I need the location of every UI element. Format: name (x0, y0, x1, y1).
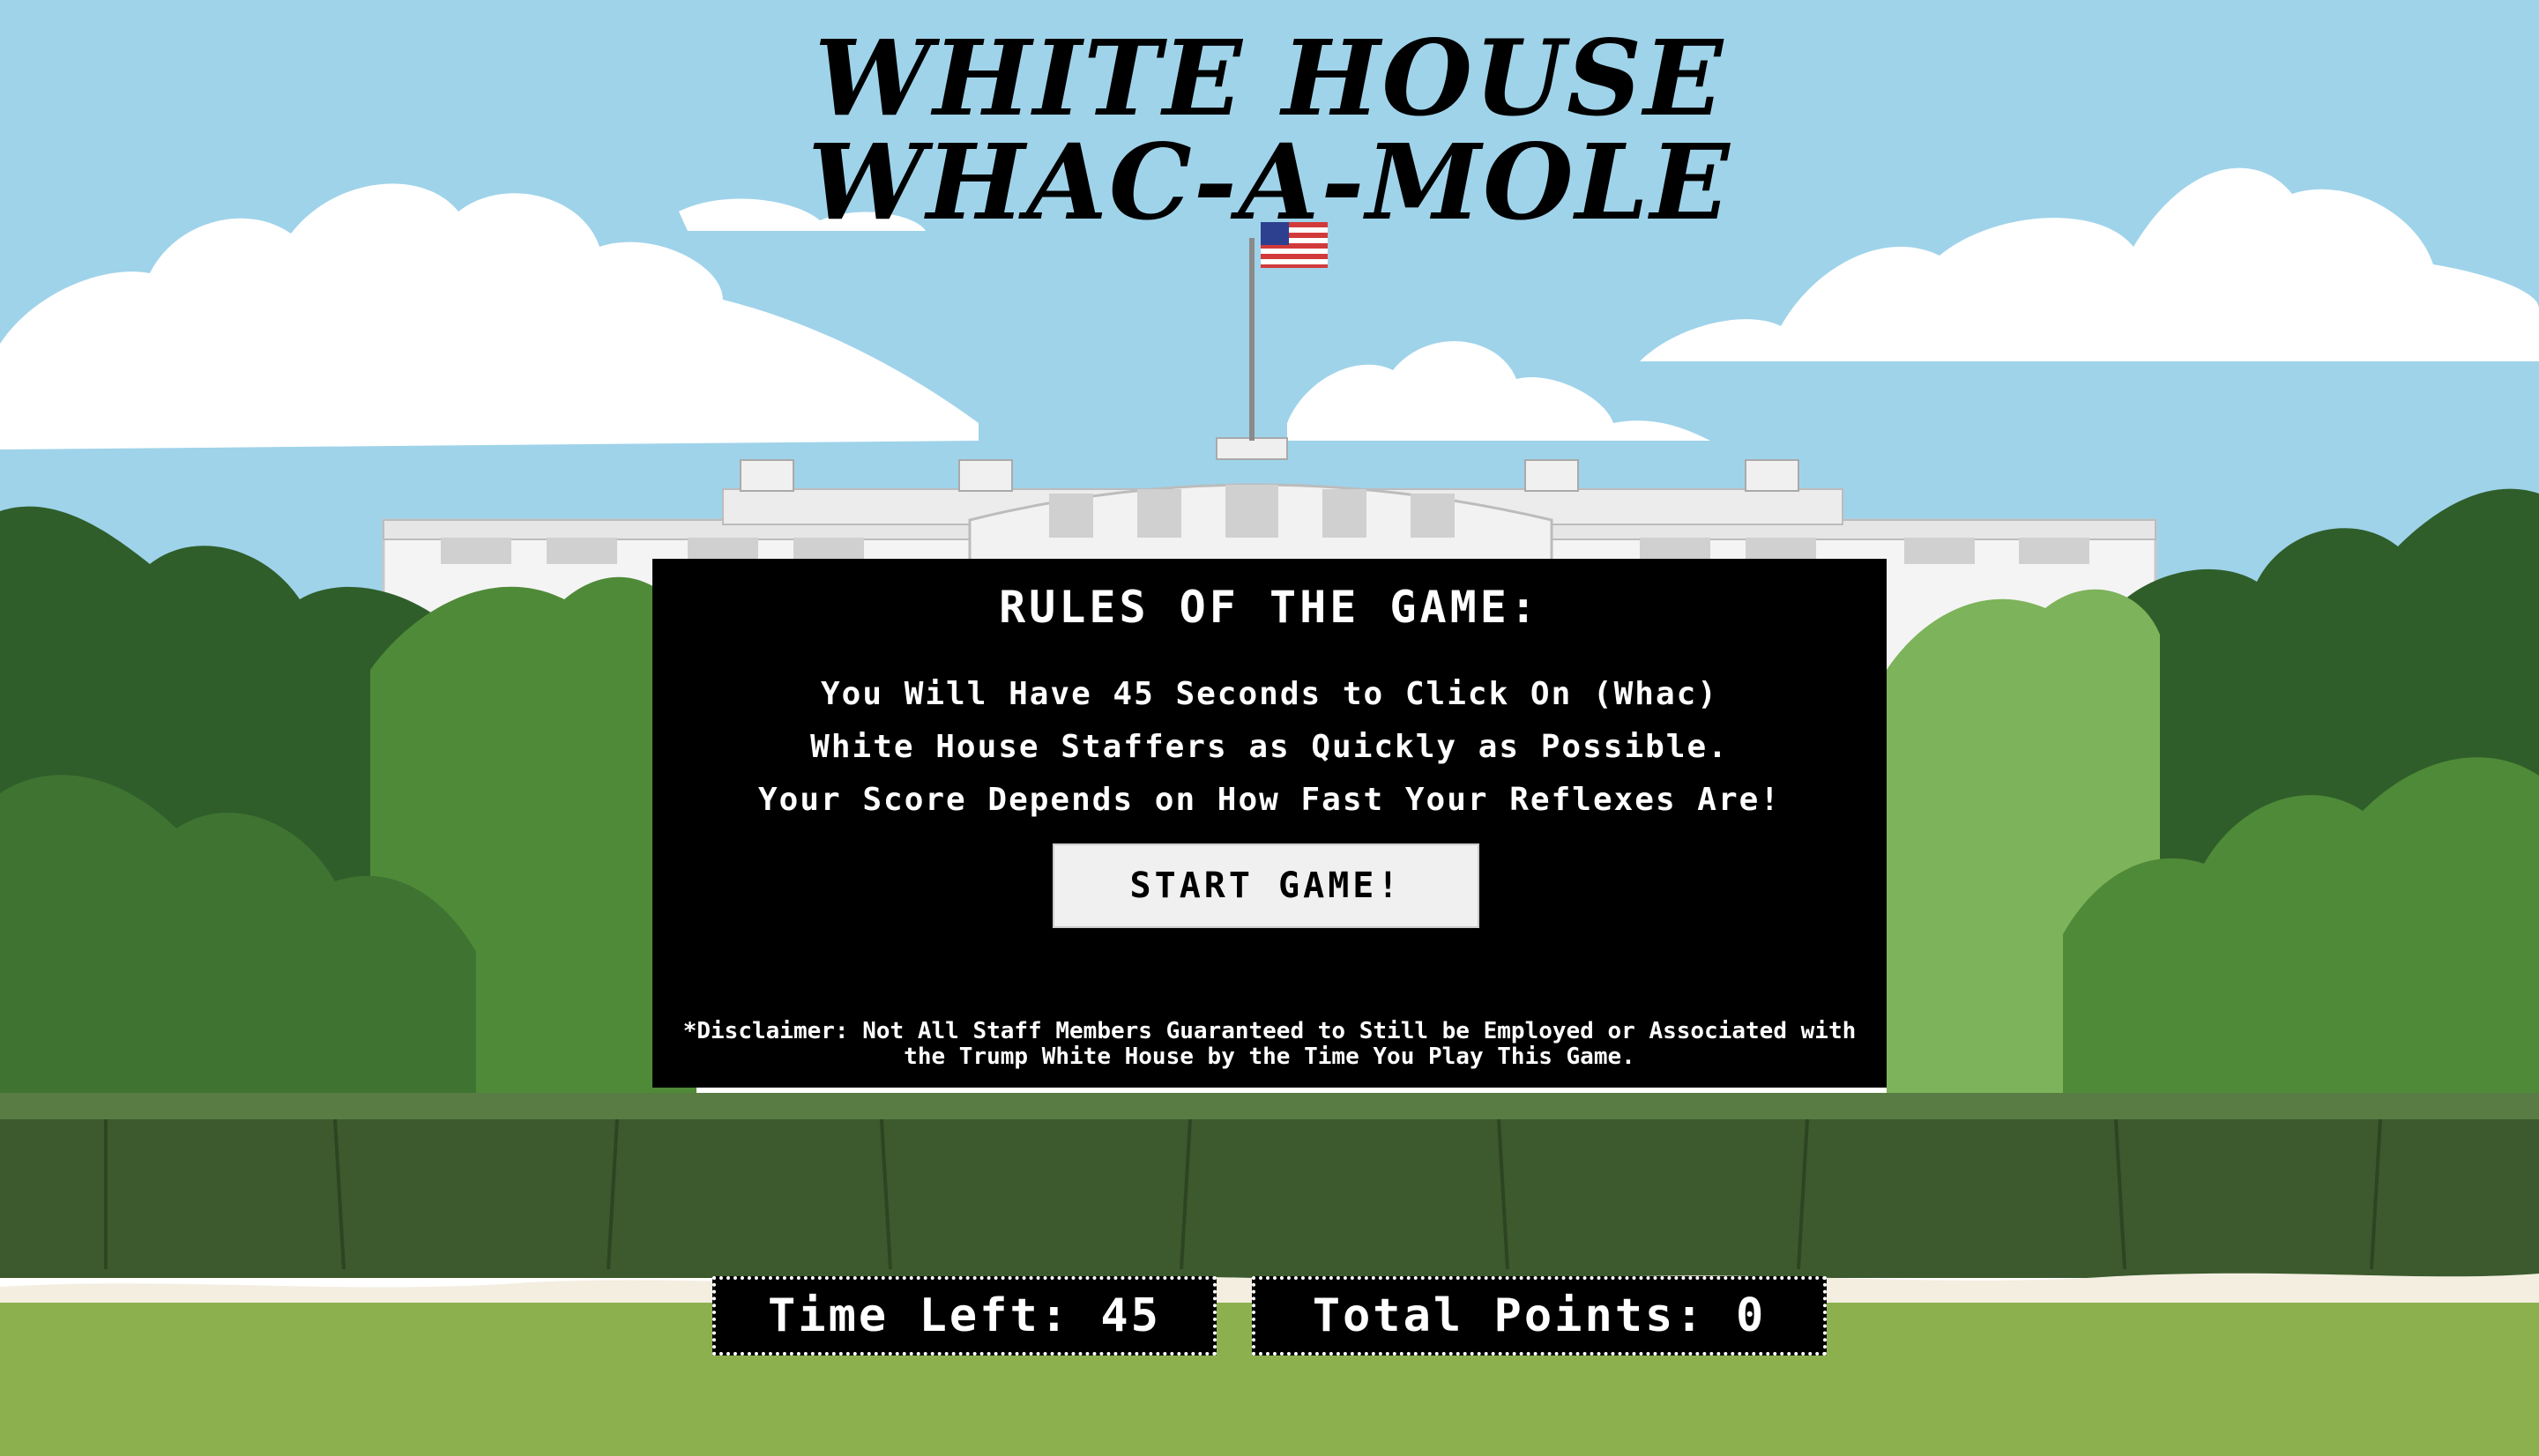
total-points-display: Total Points: 0 (1252, 1276, 1827, 1356)
title-line-2: WHAC-A-MOLE (808, 121, 1731, 243)
rules-line: You Will Have 45 Seconds to Click On (Wh… (821, 676, 1718, 712)
title-line-1: WHITE HOUSE (814, 17, 1725, 139)
time-left-display: Time Left: 45 (712, 1276, 1217, 1356)
disclaimer: *Disclaimer: Not All Staff Members Guara… (682, 1018, 1857, 1070)
total-points-label: Total Points: (1312, 1289, 1706, 1342)
time-left-label: Time Left: (767, 1289, 1071, 1342)
hedge (0, 1093, 2539, 1278)
rules-panel: RULES OF THE GAME: You Will Have 45 Seco… (652, 559, 1887, 1088)
start-game-button[interactable]: START GAME! (1053, 843, 1479, 928)
total-points-value: 0 (1736, 1289, 1767, 1342)
rules-text: You Will Have 45 Seconds to Click On (Wh… (652, 668, 1887, 827)
game-title: WHITE HOUSE WHAC-A-MOLE (0, 26, 2539, 234)
rules-heading: RULES OF THE GAME: (999, 582, 1540, 633)
time-left-value: 45 (1100, 1289, 1161, 1342)
rules-line: Your Score Depends on How Fast Your Refl… (757, 782, 1782, 818)
rules-line: White House Staffers as Quickly as Possi… (810, 729, 1729, 765)
